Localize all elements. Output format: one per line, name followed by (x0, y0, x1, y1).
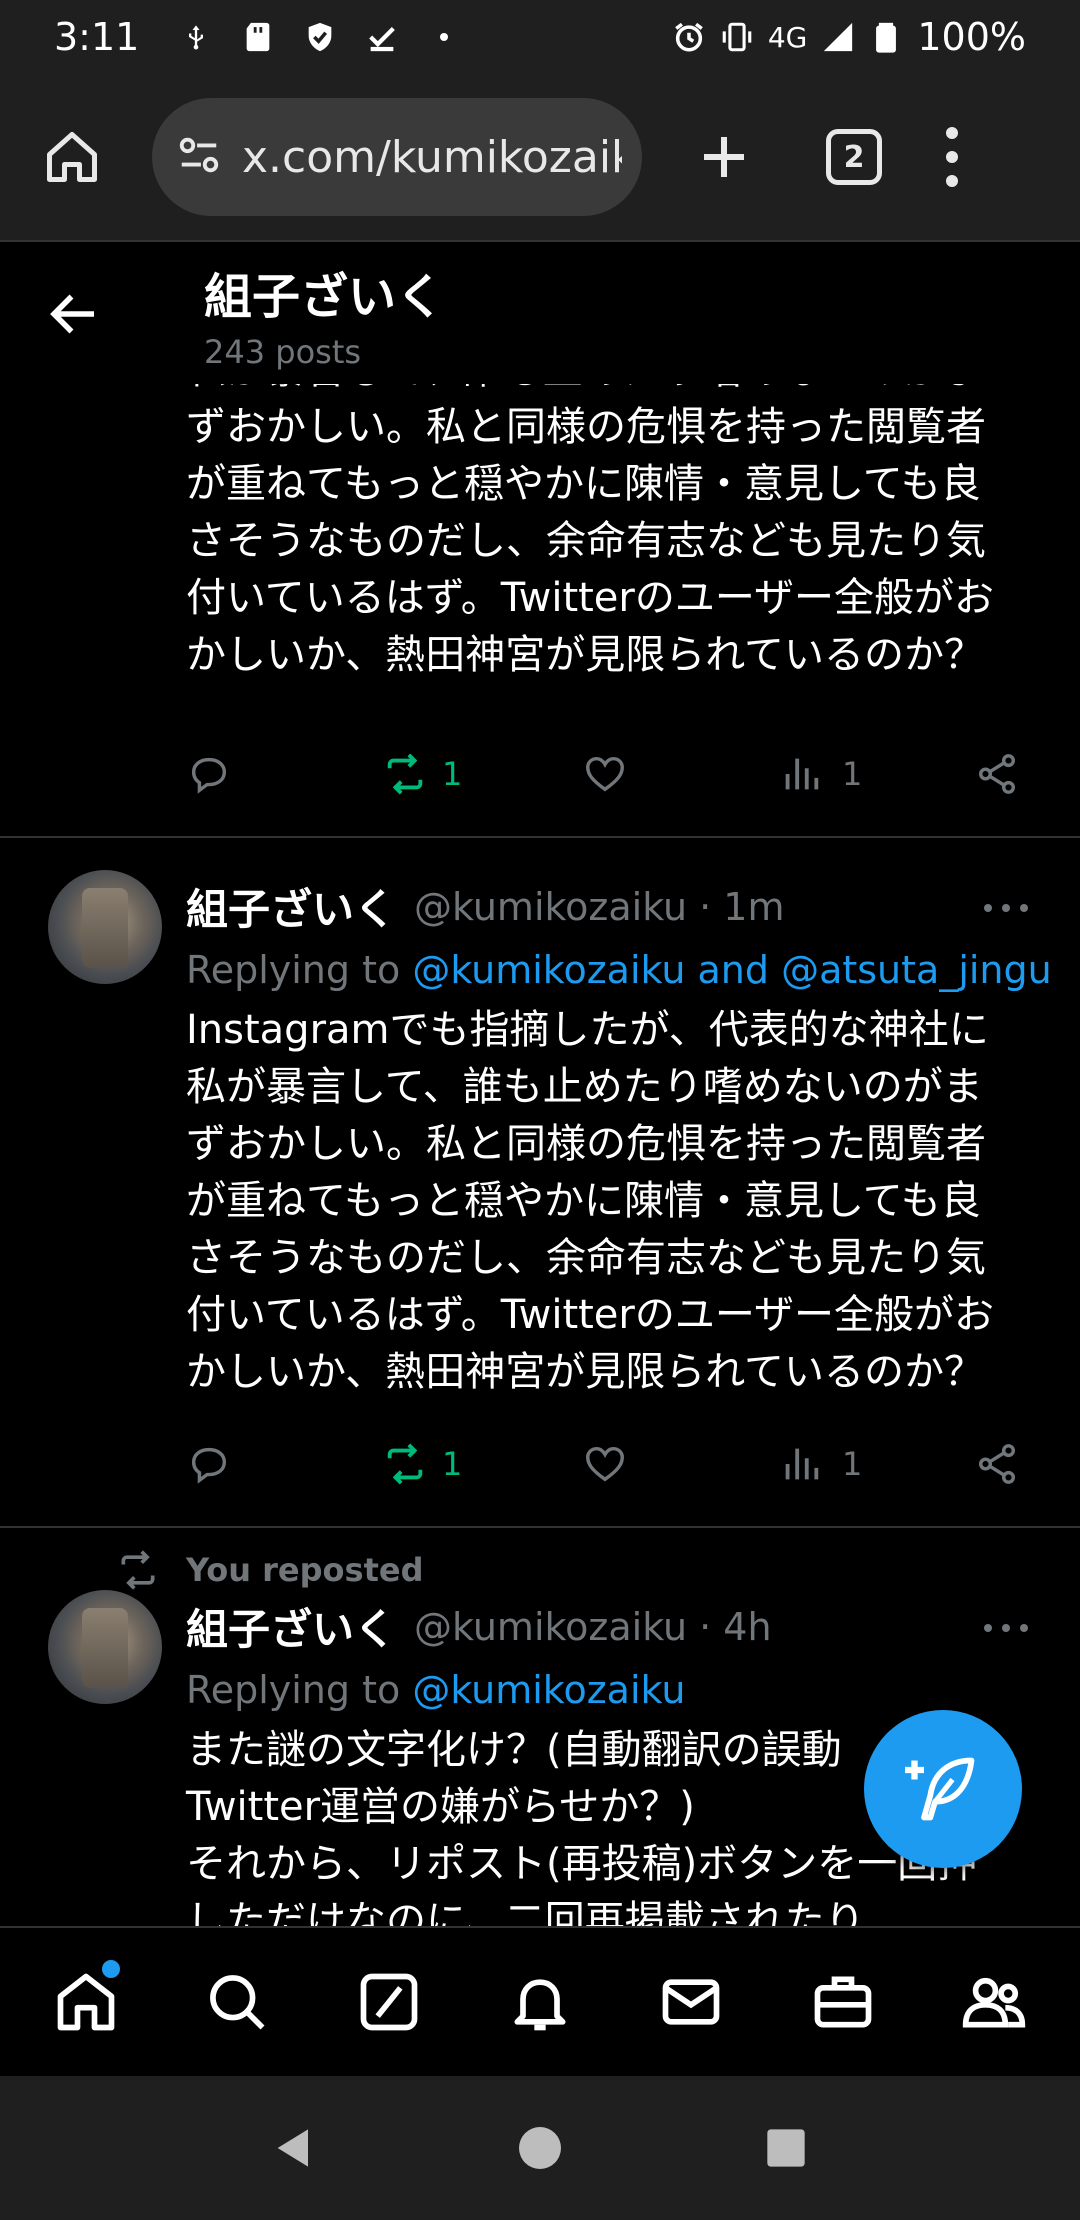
communities-icon (963, 1977, 1026, 2028)
system-nav-bar (0, 2076, 1080, 2220)
profile-name: 組子ざいく (204, 269, 445, 325)
browser-menu-icon[interactable] (942, 127, 962, 187)
tweet[interactable]: 組子ざいく @kumikozaiku · 1m Replying to @kum… (0, 838, 1080, 1485)
shield-check-icon (303, 20, 337, 54)
vibrate-icon (720, 20, 754, 54)
unread-dot (101, 1960, 120, 1978)
profile-header: 組子ざいく 243 posts (0, 244, 1080, 384)
usb-icon (179, 20, 213, 54)
replying-to-link[interactable]: @kumikozaiku (412, 1668, 685, 1712)
tweet-actions: 1 1 (186, 1434, 1036, 1494)
nav-search[interactable] (201, 1966, 273, 2038)
replying-to-link[interactable]: @kumikozaiku and @atsuta_jingu (412, 948, 1051, 992)
partial-tweet-actions: 1 1 (186, 744, 1036, 804)
tweet-header: 組子ざいく @kumikozaiku · 4h (186, 1596, 772, 1657)
battery-icon (869, 20, 903, 54)
tweet-time: · 4h (699, 1604, 772, 1649)
address-bar[interactable]: x.com/kumikozaiku (152, 98, 642, 216)
grok-icon (360, 1973, 417, 2031)
like-button[interactable] (582, 751, 778, 797)
home-icon (57, 1973, 115, 2031)
reply-button[interactable] (186, 1441, 382, 1487)
bell-icon (514, 1979, 566, 2031)
notification-icons (179, 20, 461, 54)
system-home-icon[interactable] (512, 2120, 568, 2176)
compose-post-button[interactable] (864, 1710, 1022, 1868)
network-type: 4G (767, 20, 808, 54)
download-done-icon (365, 20, 399, 54)
url-text[interactable]: x.com/kumikozaiku (242, 132, 622, 183)
new-tab-icon[interactable] (694, 127, 754, 187)
views-button[interactable]: 1 (778, 1441, 974, 1487)
nav-grok[interactable] (353, 1966, 425, 2038)
author-handle[interactable]: @kumikozaiku (414, 885, 687, 929)
feather-plus-icon (905, 1757, 975, 1821)
tweet-text: Instagramでも指摘したが、代表的な神社に 私が暴言して、誰も止めたり嗜め… (186, 1007, 995, 1395)
repost-indicator: You reposted (116, 1548, 423, 1592)
reply-button[interactable] (186, 751, 382, 797)
back-arrow-icon[interactable] (44, 284, 104, 344)
author-handle[interactable]: @kumikozaiku (414, 1605, 687, 1649)
replying-to: Replying to @kumikozaiku and @atsuta_jin… (186, 948, 1052, 992)
nav-home[interactable] (50, 1960, 122, 2038)
alarm-icon (672, 20, 706, 54)
more-notifications-dot-icon (427, 20, 461, 54)
status-time: 3:11 (54, 15, 140, 59)
more-options-icon[interactable] (984, 898, 1028, 918)
tab-count: 2 (843, 139, 865, 175)
like-button[interactable] (582, 1441, 778, 1487)
tab-switcher-button[interactable]: 2 (826, 129, 882, 185)
battery-percent: 100% (917, 15, 1026, 59)
browser-toolbar: x.com/kumikozaiku 2 (0, 74, 1080, 242)
nav-jobs[interactable] (807, 1966, 879, 2038)
system-status: 4G 100% (672, 15, 1026, 59)
nav-communities[interactable] (958, 1966, 1030, 2038)
system-recents-icon[interactable] (758, 2120, 814, 2176)
mail-icon (663, 1979, 720, 2025)
search-icon (210, 1975, 265, 2030)
nav-messages[interactable] (655, 1966, 727, 2038)
post-count: 243 posts (204, 333, 362, 371)
replying-to: Replying to @kumikozaiku (186, 1668, 686, 1712)
more-options-icon[interactable] (984, 1618, 1028, 1638)
repost-icon (121, 1550, 155, 1590)
author-name[interactable]: 組子ざいく (186, 876, 396, 937)
repost-button[interactable]: 1 (382, 1441, 582, 1487)
bottom-nav (0, 1926, 1080, 2076)
profile-titles: 組子ざいく 243 posts (204, 257, 444, 371)
nav-notifications[interactable] (504, 1966, 576, 2038)
site-settings-icon[interactable] (176, 132, 222, 182)
signal-icon (821, 20, 855, 54)
avatar[interactable] (48, 1590, 162, 1704)
author-name[interactable]: 組子ざいく (186, 1596, 396, 1657)
sd-card-icon (241, 20, 275, 54)
home-icon[interactable] (42, 127, 102, 187)
repost-button[interactable]: 1 (382, 751, 582, 797)
share-button[interactable] (974, 1441, 1020, 1487)
tweet-time: · 1m (699, 884, 785, 929)
share-button[interactable] (974, 751, 1020, 797)
tweet-header: 組子ざいく @kumikozaiku · 1m (186, 876, 784, 937)
partial-tweet-text[interactable]: 私が暴言して、誰も止めたり嗜めないのがま ずおかしい。私と同様の危惧を持った閲覧… (186, 384, 1036, 684)
briefcase-icon (814, 1976, 872, 2028)
status-bar: 3:11 4G 100% (0, 0, 1080, 74)
system-back-icon[interactable] (266, 2120, 322, 2176)
views-button[interactable]: 1 (778, 751, 974, 797)
avatar[interactable] (48, 870, 162, 984)
timeline-feed[interactable]: 私が暴言して、誰も止めたり嗜めないのがま ずおかしい。私と同様の危惧を持った閲覧… (0, 384, 1080, 1926)
repost-label: You reposted (186, 1551, 424, 1589)
